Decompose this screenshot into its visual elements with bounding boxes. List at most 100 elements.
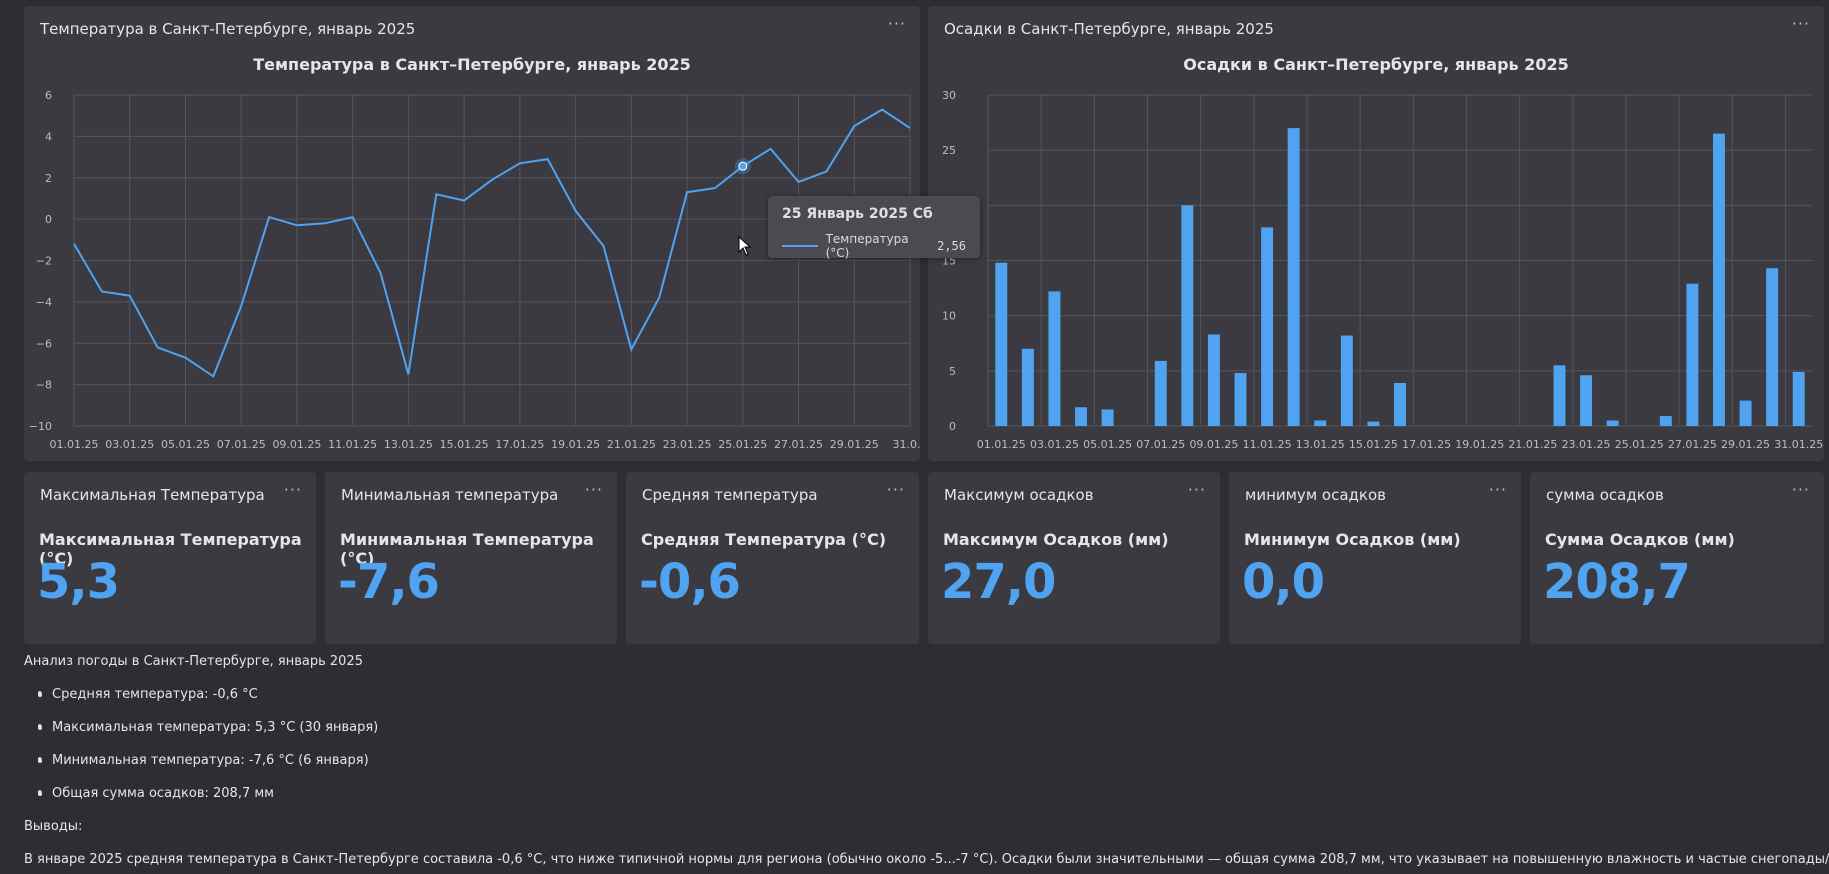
x-tick-label: 15.01.25 bbox=[1349, 438, 1398, 451]
y-tick-label: 5 bbox=[949, 365, 956, 378]
notes-list-item: Общая сумма осадков: 208,7 мм bbox=[36, 786, 274, 801]
kpi-card-title: минимум осадков bbox=[1245, 486, 1386, 504]
kpi-menu-icon[interactable]: ··· bbox=[887, 480, 905, 499]
x-tick-label: 05.01.25 bbox=[161, 438, 210, 451]
notes-heading: Анализ погоды в Санкт-Петербурге, январь… bbox=[24, 654, 363, 669]
x-tick-label: 09.01.25 bbox=[1189, 438, 1238, 451]
y-tick-label: 0 bbox=[45, 213, 52, 226]
x-tick-label: 27.01.25 bbox=[1668, 438, 1717, 451]
kpi-menu-icon[interactable]: ··· bbox=[585, 480, 603, 499]
precipitation-bar bbox=[1154, 360, 1167, 426]
kpi-card-title: Средняя температура bbox=[642, 486, 818, 504]
kpi-subtitle: Минимум Осадков (мм) bbox=[1244, 530, 1461, 549]
tooltip-series-name: Температура (°C) bbox=[825, 232, 909, 260]
kpi-subtitle: Максимум Осадков (мм) bbox=[943, 530, 1169, 549]
kpi-card-title: Максимальная Температура bbox=[40, 486, 265, 504]
y-tick-label: 6 bbox=[45, 89, 52, 102]
chart-title: Осадки в Санкт–Петербурге, январь 2025 bbox=[1183, 55, 1569, 74]
x-tick-label: 31.0... bbox=[893, 438, 920, 451]
precipitation-bar-chart[interactable]: Осадки в Санкт–Петербурге, январь 2025 30… bbox=[928, 6, 1824, 461]
x-tick-label: 15.01.25 bbox=[440, 438, 489, 451]
precipitation-bar bbox=[1686, 283, 1699, 426]
x-tick-label: 27.01.25 bbox=[774, 438, 823, 451]
precipitation-bar bbox=[1287, 128, 1300, 426]
kpi-value: 0,0 bbox=[1242, 554, 1325, 610]
kpi-value: -0,6 bbox=[639, 554, 741, 610]
kpi-card-avg-temperature: Средняя температура ··· Средняя Температ… bbox=[626, 472, 919, 644]
precipitation-bar bbox=[1048, 291, 1061, 426]
y-tick-label: 25 bbox=[942, 144, 956, 157]
x-tick-label: 21.01.25 bbox=[607, 438, 656, 451]
kpi-card-max-precipitation: Максимум осадков ··· Максимум Осадков (м… bbox=[928, 472, 1220, 644]
x-tick-label: 13.01.25 bbox=[1296, 438, 1345, 451]
x-tick-label: 09.01.25 bbox=[272, 438, 321, 451]
x-tick-label: 17.01.25 bbox=[495, 438, 544, 451]
x-tick-label: 03.01.25 bbox=[105, 438, 154, 451]
precipitation-bar bbox=[1739, 400, 1752, 426]
y-tick-label: 0 bbox=[949, 420, 956, 433]
x-tick-label: 11.01.25 bbox=[328, 438, 377, 451]
x-tick-label: 01.01.25 bbox=[977, 438, 1026, 451]
kpi-value: -7,6 bbox=[338, 554, 440, 610]
notes-list-item: Максимальная температура: 5,3 °C (30 янв… bbox=[36, 720, 378, 735]
kpi-menu-icon[interactable]: ··· bbox=[284, 480, 302, 499]
precipitation-bar bbox=[1101, 409, 1114, 426]
y-tick-label: −8 bbox=[36, 379, 52, 392]
hover-point bbox=[738, 161, 748, 171]
x-tick-label: 01.01.25 bbox=[50, 438, 99, 451]
x-tick-label: 29.01.25 bbox=[1721, 438, 1770, 451]
chart-tooltip: 25 Январь 2025 Сб Температура (°C) 2,56 bbox=[768, 196, 980, 260]
precipitation-bar bbox=[1314, 420, 1327, 426]
precipitation-bar bbox=[1394, 382, 1406, 426]
conclusion-text: В январе 2025 средняя температура в Санк… bbox=[24, 852, 1829, 867]
kpi-card-title: Максимум осадков bbox=[944, 486, 1094, 504]
precipitation-bar bbox=[1712, 133, 1725, 426]
precipitation-bar bbox=[1792, 371, 1805, 426]
x-tick-label: 25.01.25 bbox=[718, 438, 767, 451]
kpi-card-title: Минимальная температура bbox=[341, 486, 559, 504]
precipitation-bar bbox=[1367, 421, 1380, 426]
x-tick-label: 21.01.25 bbox=[1508, 438, 1557, 451]
precipitation-bar bbox=[1075, 407, 1088, 426]
y-tick-label: 4 bbox=[45, 130, 52, 143]
kpi-menu-icon[interactable]: ··· bbox=[1188, 480, 1206, 499]
y-tick-label: 2 bbox=[45, 172, 52, 185]
x-tick-label: 25.01.25 bbox=[1615, 438, 1664, 451]
y-tick-label: 30 bbox=[942, 89, 956, 102]
x-tick-label: 19.01.25 bbox=[1455, 438, 1504, 451]
kpi-subtitle: Сумма Осадков (мм) bbox=[1545, 530, 1735, 549]
precipitation-bar bbox=[1021, 348, 1034, 426]
precipitation-bar bbox=[1659, 416, 1672, 426]
x-tick-label: 05.01.25 bbox=[1083, 438, 1132, 451]
y-tick-label: −4 bbox=[36, 296, 52, 309]
x-tick-label: 07.01.25 bbox=[1136, 438, 1185, 451]
tooltip-row: Температура (°C) 2,56 bbox=[782, 232, 966, 260]
x-tick-label: 23.01.25 bbox=[663, 438, 712, 451]
kpi-value: 208,7 bbox=[1543, 554, 1691, 610]
precipitation-bar bbox=[1606, 420, 1619, 426]
notes-list-item: Минимальная температура: -7,6 °C (6 янва… bbox=[36, 753, 369, 768]
precipitation-bar bbox=[1261, 227, 1274, 426]
x-tick-label: 31.01.25 bbox=[1774, 438, 1823, 451]
kpi-card-sum-precipitation: сумма осадков ··· Сумма Осадков (мм) 208… bbox=[1530, 472, 1824, 644]
y-tick-label: −6 bbox=[36, 337, 52, 350]
tooltip-series-swatch bbox=[782, 245, 818, 247]
kpi-card-min-precipitation: минимум осадков ··· Минимум Осадков (мм)… bbox=[1229, 472, 1521, 644]
y-tick-label: −2 bbox=[36, 255, 52, 268]
precipitation-bar bbox=[995, 262, 1008, 426]
kpi-menu-icon[interactable]: ··· bbox=[1489, 480, 1507, 499]
y-tick-label: −10 bbox=[29, 420, 52, 433]
precipitation-bar bbox=[1553, 365, 1566, 426]
precipitation-bar bbox=[1181, 205, 1194, 426]
conclusions-label: Выводы: bbox=[24, 819, 83, 834]
kpi-value: 5,3 bbox=[37, 554, 120, 610]
kpi-value: 27,0 bbox=[941, 554, 1056, 610]
x-tick-label: 29.01.25 bbox=[830, 438, 879, 451]
kpi-menu-icon[interactable]: ··· bbox=[1792, 480, 1810, 499]
x-tick-label: 17.01.25 bbox=[1402, 438, 1451, 451]
x-tick-label: 19.01.25 bbox=[551, 438, 600, 451]
kpi-subtitle: Средняя Температура (°C) bbox=[641, 530, 887, 549]
y-tick-label: 10 bbox=[942, 310, 956, 323]
precipitation-bar bbox=[1340, 335, 1353, 426]
kpi-card-min-temperature: Минимальная температура ··· Минимальная … bbox=[325, 472, 617, 644]
